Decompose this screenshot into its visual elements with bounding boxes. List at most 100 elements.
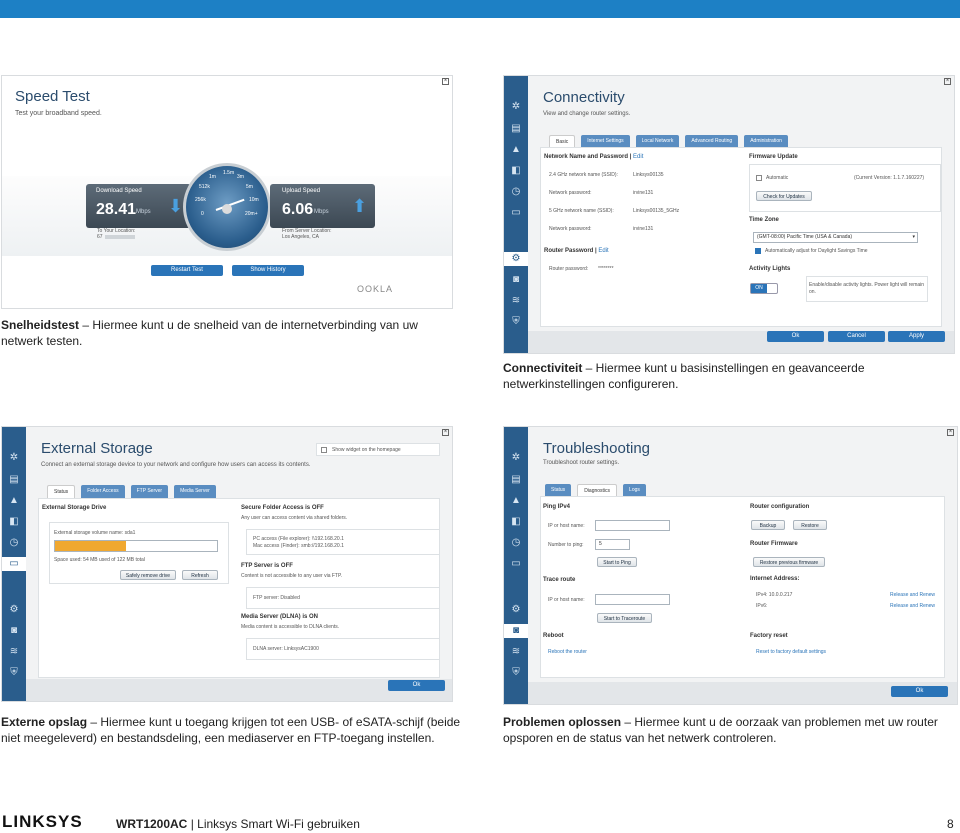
refresh-button[interactable]: Refresh xyxy=(182,570,218,580)
ping-ip-label: IP or host name: xyxy=(548,523,585,529)
page-number: 8 xyxy=(947,817,954,831)
check-updates-button[interactable]: Check for Updates xyxy=(756,191,812,201)
clock-icon[interactable]: ◷ xyxy=(7,536,21,550)
widget-label: Show widget on the homepage xyxy=(332,447,401,453)
ping-ip-input[interactable] xyxy=(595,520,670,531)
upload-arrow-icon: ⬆ xyxy=(352,196,368,216)
dlna-server: DLNA server: LinksysAC1900 xyxy=(253,646,319,652)
sidebar: ✲ ▤ ▲ ◧ ◷ ▭ ⚙ ◙ ≋ ⛨ xyxy=(504,76,528,353)
restore-button[interactable]: Restore xyxy=(793,520,827,530)
clock-icon[interactable]: ◷ xyxy=(509,536,523,550)
usage-bar-fill xyxy=(55,541,127,551)
devices-icon[interactable]: ◧ xyxy=(509,515,523,529)
restart-test-button[interactable]: Restart Test xyxy=(151,265,223,276)
devices-icon[interactable]: ◧ xyxy=(7,515,21,529)
upload-value: 6.06 xyxy=(282,201,314,218)
ftp-status: FTP server: Disabled xyxy=(253,595,300,601)
dlna-note: Media content is accessible to DLNA clie… xyxy=(241,624,340,630)
tab-ftp-server[interactable]: FTP Server xyxy=(130,485,169,498)
storage-tabs: Status Folder Access FTP Server Media Se… xyxy=(47,485,216,498)
shield-icon[interactable]: ⛨ xyxy=(509,666,523,680)
connectivity-icon[interactable]: ⚙ xyxy=(504,252,528,266)
close-icon[interactable]: × xyxy=(944,78,951,85)
close-icon[interactable]: × xyxy=(947,429,954,436)
download-unit: Mbps xyxy=(136,209,151,215)
warning-icon[interactable]: ▲ xyxy=(509,143,523,157)
connectivity-icon[interactable]: ⚙ xyxy=(7,603,21,617)
dst-checkbox[interactable] xyxy=(755,248,761,254)
close-icon[interactable]: × xyxy=(442,429,449,436)
widget-checkbox[interactable] xyxy=(321,447,327,453)
gauge-tick: 20m+ xyxy=(245,211,258,217)
factory-reset-link[interactable]: Reset to factory default settings xyxy=(756,649,826,655)
camera-icon[interactable]: ◙ xyxy=(7,624,21,638)
storage-icon[interactable]: ▭ xyxy=(2,557,26,571)
from-location-value: Los Angeles, CA xyxy=(282,234,319,240)
ok-button[interactable]: Ok xyxy=(388,680,445,691)
reboot-heading: Reboot xyxy=(543,633,564,639)
shield-icon[interactable]: ⛨ xyxy=(7,666,21,680)
ssid-24-label: 2.4 GHz network name (SSID): xyxy=(549,172,618,178)
network-heading: Network Name and Password | Edit xyxy=(544,154,644,160)
warning-icon[interactable]: ▲ xyxy=(509,494,523,508)
edit-network-link[interactable]: Edit xyxy=(633,154,643,160)
briefcase-icon[interactable]: ▤ xyxy=(509,122,523,136)
wifi-icon[interactable]: ✲ xyxy=(509,100,523,114)
show-history-button[interactable]: Show History xyxy=(232,265,304,276)
briefcase-icon[interactable]: ▤ xyxy=(7,473,21,487)
storage-icon[interactable]: ▭ xyxy=(509,206,523,220)
camera-icon[interactable]: ◙ xyxy=(504,624,528,638)
automatic-checkbox[interactable] xyxy=(756,175,762,181)
tab-status[interactable]: Status xyxy=(47,485,76,498)
volume-name: External storage volume name: sda1 xyxy=(54,530,136,536)
router-password-heading-text: Router Password xyxy=(544,248,594,254)
edit-router-password-link[interactable]: Edit xyxy=(598,248,608,254)
release-renew-ipv4-link[interactable]: Release and Renew xyxy=(890,592,935,598)
wifi-icon[interactable]: ✲ xyxy=(7,451,21,465)
connectivity-icon[interactable]: ⚙ xyxy=(509,603,523,617)
factory-reset-heading: Factory reset xyxy=(750,633,788,639)
briefcase-icon[interactable]: ▤ xyxy=(509,473,523,487)
backup-button[interactable]: Backup xyxy=(751,520,785,530)
download-value: 28.41 xyxy=(96,201,137,218)
dlna-heading: Media Server (DLNA) is ON xyxy=(241,614,319,620)
warning-icon[interactable]: ▲ xyxy=(7,494,21,508)
number-input[interactable]: 5 xyxy=(595,539,630,550)
chevron-down-icon: ▾ xyxy=(912,234,915,240)
storage-icon[interactable]: ▭ xyxy=(509,557,523,571)
gauge-tick: 10m xyxy=(249,197,259,203)
wifi-icon[interactable]: ✲ xyxy=(509,451,523,465)
start-ping-button[interactable]: Start to Ping xyxy=(597,557,637,567)
ok-button[interactable]: Ok xyxy=(767,331,824,342)
clock-icon[interactable]: ◷ xyxy=(509,185,523,199)
cancel-button[interactable]: Cancel xyxy=(828,331,885,342)
trace-ip-input[interactable] xyxy=(595,594,670,605)
automatic-label: Automatic xyxy=(766,175,789,181)
start-traceroute-button[interactable]: Start to Traceroute xyxy=(597,613,652,623)
guide-title: Linksys Smart Wi-Fi gebruiken xyxy=(197,817,360,831)
reboot-link[interactable]: Reboot the router xyxy=(548,649,587,655)
release-renew-ipv6-link[interactable]: Release and Renew xyxy=(890,603,935,609)
devices-icon[interactable]: ◧ xyxy=(509,164,523,178)
wireless-icon[interactable]: ≋ xyxy=(509,294,523,308)
firmware-heading: Firmware Update xyxy=(749,154,798,160)
restore-firmware-button[interactable]: Restore previous firmware xyxy=(753,557,825,567)
timezone-select[interactable]: (GMT-08:00) Pacific Time (USA & Canada) ▾ xyxy=(753,232,918,243)
gauge-tick: 256k xyxy=(195,197,206,203)
tab-media-server[interactable]: Media Server xyxy=(174,485,216,498)
caption-storage: Externe opslag – Hiermee kunt u toegang … xyxy=(1,715,476,746)
wireless-icon[interactable]: ≋ xyxy=(7,645,21,659)
close-icon[interactable]: × xyxy=(442,78,449,85)
password-5-value: irvine131 xyxy=(633,226,654,232)
ipv4-label: IPv4: 10.0.0.217 xyxy=(756,592,793,598)
shield-icon[interactable]: ⛨ xyxy=(509,315,523,329)
wireless-icon[interactable]: ≋ xyxy=(509,645,523,659)
tab-folder-access[interactable]: Folder Access xyxy=(81,485,125,498)
caption-bold: Connectiviteit xyxy=(503,361,583,375)
camera-icon[interactable]: ◙ xyxy=(509,273,523,287)
safely-remove-button[interactable]: Safely remove drive xyxy=(120,570,176,580)
activity-lights-heading: Activity Lights xyxy=(749,266,791,272)
apply-button[interactable]: Apply xyxy=(888,331,945,342)
ok-button[interactable]: Ok xyxy=(891,686,948,697)
gauge-tick: 3m xyxy=(237,174,244,180)
